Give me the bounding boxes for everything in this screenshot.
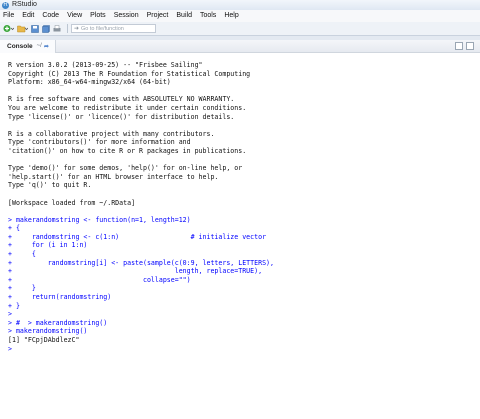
go-to-file-input[interactable]: ➜ Go to file/function xyxy=(71,24,156,33)
console-output-line: 'help.start()' for an HTML browser inter… xyxy=(8,172,219,181)
console-output-line: You are welcome to redistribute it under… xyxy=(8,103,247,112)
console-input-line: > makerandomstring <- function(n=1, leng… xyxy=(8,215,191,224)
console-output-line: R is free software and comes with ABSOLU… xyxy=(8,95,235,104)
console-output-line: Type 'demo()' for some demos, 'help()' f… xyxy=(8,164,243,173)
console-output-line: 'citation()' on how to cite R or R packa… xyxy=(8,146,247,155)
maximize-pane-icon[interactable] xyxy=(466,42,474,50)
save-all-icon[interactable] xyxy=(42,24,50,33)
console-output-line: Type 'contributors()' for more informati… xyxy=(8,138,191,147)
go-to-directory-icon[interactable]: ➦ xyxy=(44,43,49,50)
window-title: RStudio xyxy=(12,1,37,8)
menu-edit[interactable]: Edit xyxy=(22,10,34,22)
minimize-pane-icon[interactable] xyxy=(455,42,463,50)
console-output-line: [1] "FCpjDAbdlezC" xyxy=(8,336,80,344)
main-toolbar: ➜ Go to file/function xyxy=(0,22,480,36)
menu-session[interactable]: Session xyxy=(114,10,139,22)
tab-console[interactable]: Console ~/ ➦ xyxy=(0,39,56,53)
console-output-line: R version 3.0.2 (2013-09-25) -- "Frisbee… xyxy=(8,61,203,69)
save-icon[interactable] xyxy=(31,24,39,33)
console-lines: R version 3.0.2 (2013-09-25) -- "Frisbee… xyxy=(0,53,480,353)
menu-view[interactable]: View xyxy=(67,10,82,22)
goto-arrow-icon: ➜ xyxy=(74,26,80,32)
menu-tools[interactable]: Tools xyxy=(200,10,216,22)
console-input-line: + collapse="") xyxy=(8,275,191,284)
title-bar: R RStudio xyxy=(0,0,480,10)
menu-build[interactable]: Build xyxy=(176,10,192,22)
open-file-icon[interactable] xyxy=(17,24,28,33)
console-tab-label: Console xyxy=(7,42,33,50)
pane-controls xyxy=(452,42,474,50)
console-output-line: Type 'license()' or 'licence()' for dist… xyxy=(8,112,235,121)
rstudio-logo-icon: R xyxy=(2,1,9,9)
console-working-dir: ~/ xyxy=(36,43,42,49)
menu-project[interactable]: Project xyxy=(147,10,169,22)
new-file-icon[interactable] xyxy=(3,24,14,33)
console-input-line: > # > makerandomstring() xyxy=(8,318,108,327)
console-input-line: + return(randomstring) xyxy=(8,293,112,302)
console-output-line: Type 'q()' to quit R. xyxy=(8,181,92,190)
console-input-line: + length, replace=TRUE), xyxy=(8,267,263,276)
console-input-line: > makerandomstring() xyxy=(8,327,88,336)
print-icon[interactable] xyxy=(53,24,61,33)
console-input-line: + } xyxy=(8,284,36,293)
menu-help[interactable]: Help xyxy=(224,10,238,22)
console-input-line: + randomstring[i] <- paste(sample(c(0:9,… xyxy=(8,258,274,267)
console-output-line: Platform: x86_64-w64-mingw32/x64 (64-bit… xyxy=(8,78,171,87)
console-output[interactable]: R version 3.0.2 (2013-09-25) -- "Frisbee… xyxy=(0,53,480,419)
console-input-line: + { xyxy=(8,224,20,233)
console-output-line: R is a collaborative project with many c… xyxy=(8,129,215,138)
console-input-line: + } xyxy=(8,301,20,310)
console-output-line: Copyright (C) 2013 The R Foundation for … xyxy=(8,69,251,78)
console-input-line: + { xyxy=(8,250,36,259)
menu-bar: File Edit Code View Plots Session Projec… xyxy=(0,10,480,22)
console-output-line: [Workspace loaded from ~/.RData] xyxy=(8,198,136,207)
go-to-file-placeholder: Go to file/function xyxy=(81,25,124,32)
console-input-line: > xyxy=(8,310,12,319)
console-input-line: + randomstring <- c(1:n) # initialize ve… xyxy=(8,232,267,241)
toolbar-separator xyxy=(67,24,68,33)
menu-code[interactable]: Code xyxy=(42,10,59,22)
console-input-line: > xyxy=(8,344,12,353)
menu-plots[interactable]: Plots xyxy=(90,10,106,22)
console-pane-header: Console ~/ ➦ xyxy=(0,39,480,53)
console-input-line: + for (i in 1:n) xyxy=(8,241,88,250)
menu-file[interactable]: File xyxy=(3,10,14,22)
